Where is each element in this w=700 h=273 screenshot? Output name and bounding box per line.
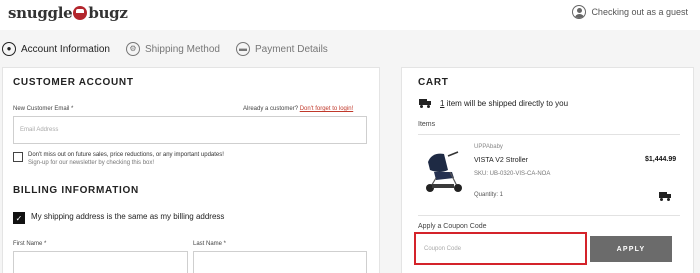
- login-prompt: Already a customer? Don't forget to logi…: [243, 106, 353, 112]
- same-address-checkbox[interactable]: ✓: [13, 212, 25, 224]
- newsletter-sub: Sign-up for our newsletter by checking t…: [28, 160, 155, 166]
- same-address-text: My shipping address is the same as my bi…: [31, 212, 225, 221]
- login-link[interactable]: Don't forget to login!: [300, 106, 354, 112]
- step-label: Shipping Method: [144, 43, 220, 55]
- site-logo[interactable]: snuggle bugz: [8, 4, 128, 22]
- email-placeholder: Email Address: [20, 127, 59, 133]
- logo-text-right: bugz: [88, 4, 128, 22]
- last-name-label: Last Name *: [193, 241, 227, 247]
- checkout-steps: ● Account Information ⚙ Shipping Method …: [0, 38, 342, 60]
- shipping-summary: 1 item will be shipped directly to you: [440, 99, 568, 108]
- newsletter-text: Don't miss out on future sales, price re…: [28, 152, 358, 166]
- item-shipping-icon: [659, 192, 671, 201]
- truck-icon: [419, 99, 431, 108]
- coupon-placeholder: Coupon Code: [424, 245, 462, 252]
- user-icon: [572, 5, 587, 19]
- cart-title: CART: [418, 77, 449, 88]
- billing-title: BILLING INFORMATION: [13, 185, 139, 196]
- coupon-label: Apply a Coupon Code: [418, 223, 487, 230]
- divider: [418, 215, 680, 216]
- step-payment-details[interactable]: ▬ Payment Details: [236, 42, 328, 56]
- first-name-field[interactable]: [13, 251, 188, 273]
- step-label: Payment Details: [255, 43, 328, 55]
- email-field[interactable]: Email Address: [13, 116, 367, 144]
- last-name-field[interactable]: [193, 251, 367, 273]
- ladybug-icon: [73, 6, 88, 20]
- guest-status: Checking out as a guest: [572, 5, 688, 19]
- user-circle-icon: ●: [2, 42, 16, 56]
- item-sku: SKU: UB-0320-VIS-CA-NOA: [474, 171, 551, 177]
- divider: [418, 134, 680, 135]
- email-label: New Customer Email *: [13, 106, 74, 112]
- top-bar: snuggle bugz Checking out as a guest: [0, 0, 700, 30]
- step-shipping-method[interactable]: ⚙ Shipping Method: [125, 42, 220, 56]
- apply-coupon-button[interactable]: APPLY: [590, 236, 672, 262]
- ship-count[interactable]: 1: [440, 99, 444, 108]
- stroller-image: [426, 151, 462, 192]
- guest-text: Checking out as a guest: [591, 7, 688, 17]
- coupon-code-input[interactable]: Coupon Code: [414, 232, 587, 265]
- step-account-information[interactable]: ● Account Information: [2, 42, 110, 56]
- newsletter-main: Don't miss out on future sales, price re…: [28, 152, 224, 158]
- newsletter-checkbox[interactable]: [13, 152, 23, 162]
- item-brand: UPPAbaby: [474, 144, 503, 150]
- item-name[interactable]: VISTA V2 Stroller: [474, 157, 528, 164]
- customer-account-title: CUSTOMER ACCOUNT: [13, 77, 134, 88]
- account-panel: [2, 67, 380, 273]
- ship-text: item will be shipped directly to you: [446, 99, 569, 108]
- shipping-icon: ⚙: [125, 42, 140, 56]
- credit-card-icon: ▬: [236, 42, 250, 56]
- items-label: Items: [418, 121, 436, 128]
- item-quantity: Quantity: 1: [474, 192, 504, 198]
- logo-text-left: snuggle: [8, 4, 73, 22]
- item-price: $1,444.99: [645, 156, 677, 163]
- step-label: Account Information: [21, 43, 110, 55]
- already-customer-text: Already a customer?: [243, 106, 299, 112]
- first-name-label: First Name *: [13, 241, 47, 247]
